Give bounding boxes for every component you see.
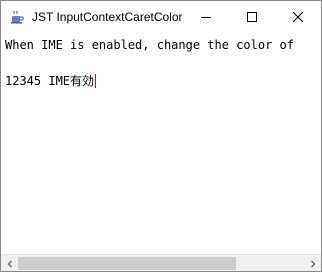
window-title: JST InputContextCaretColor <box>32 9 183 24</box>
title-bar[interactable]: JST InputContextCaretColor <box>1 1 321 32</box>
text-line-2-content: 12345 IME有効 <box>5 74 95 88</box>
text-line-2: 12345 IME有効 <box>5 74 97 88</box>
scroll-left-button[interactable] <box>1 255 18 271</box>
chevron-right-icon <box>310 260 315 267</box>
scroll-right-button[interactable] <box>304 255 321 271</box>
close-icon <box>293 11 303 22</box>
maximize-icon <box>247 11 257 22</box>
app-window: JST InputContextCaretColor When IME is e… <box>0 0 322 272</box>
caption-buttons <box>183 1 321 32</box>
chevron-left-icon <box>7 260 12 267</box>
text-caret <box>95 74 97 88</box>
close-button[interactable] <box>275 1 321 32</box>
scroll-thumb[interactable] <box>18 257 236 270</box>
horizontal-scrollbar[interactable] <box>1 254 321 271</box>
minimize-button[interactable] <box>183 1 229 32</box>
java-cup-icon[interactable] <box>9 9 25 25</box>
maximize-button[interactable] <box>229 1 275 32</box>
text-line-1: When IME is enabled, change the color of <box>5 38 294 52</box>
minimize-icon <box>201 16 211 18</box>
text-area[interactable]: When IME is enabled, change the color of… <box>1 32 321 254</box>
